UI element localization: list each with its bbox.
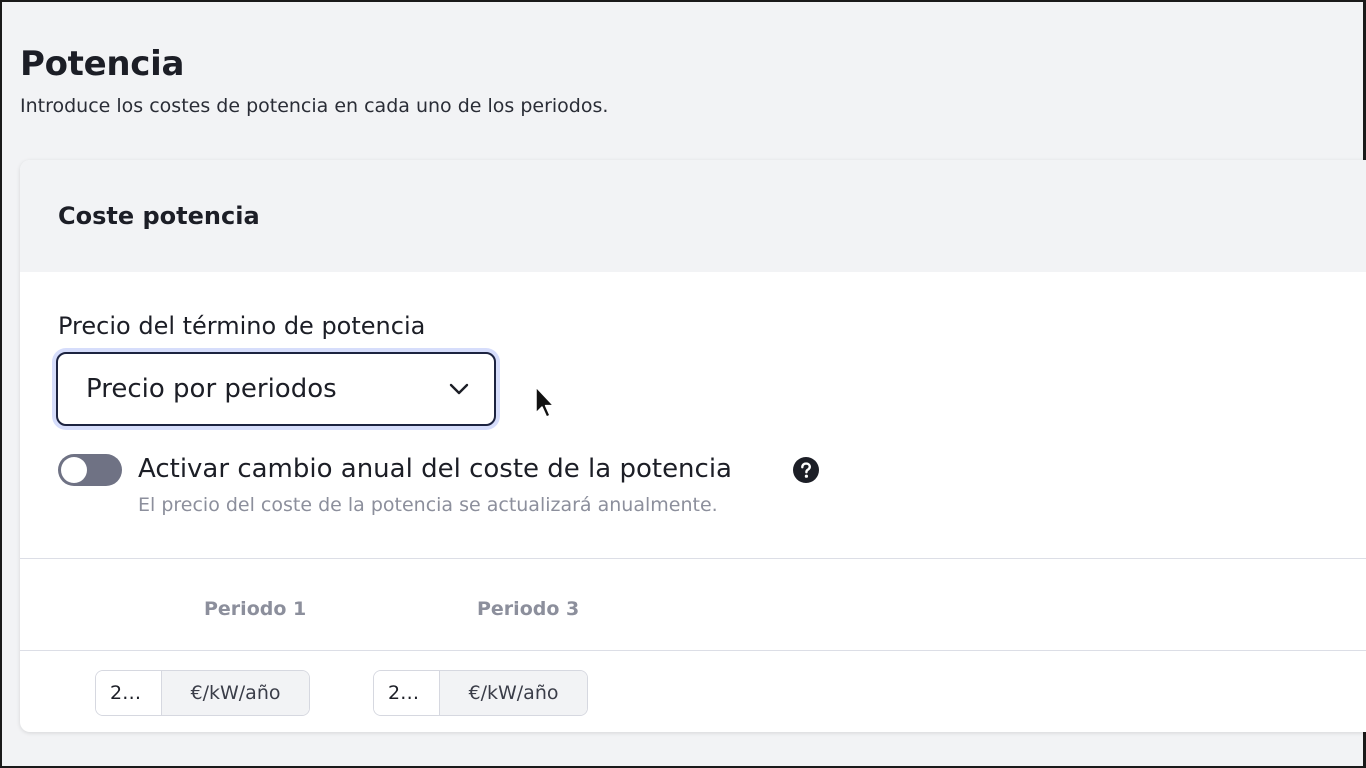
period-3-price-input[interactable] bbox=[374, 671, 440, 715]
page-title: Potencia bbox=[20, 44, 185, 84]
annual-change-hint: El precio del coste de la potencia se ac… bbox=[138, 494, 718, 516]
price-field-label: Precio del término de potencia bbox=[58, 312, 426, 340]
period-3-unit: €/kW/año bbox=[440, 671, 587, 715]
divider bbox=[20, 558, 1366, 559]
annual-change-toggle[interactable] bbox=[58, 454, 122, 486]
price-type-select[interactable]: Precio por periodos bbox=[56, 352, 496, 426]
card-header: Coste potencia bbox=[20, 160, 1366, 272]
annual-change-label: Activar cambio anual del coste de la pot… bbox=[138, 454, 732, 484]
divider bbox=[20, 650, 1366, 651]
mouse-cursor-icon bbox=[535, 386, 555, 418]
period-1-input-group: €/kW/año bbox=[95, 670, 310, 716]
period-header-3: Periodo 3 bbox=[477, 598, 580, 620]
period-3-input-group: €/kW/año bbox=[373, 670, 588, 716]
period-1-price-input[interactable] bbox=[96, 671, 162, 715]
page-subtitle: Introduce los costes de potencia en cada… bbox=[20, 95, 609, 117]
power-cost-card: Coste potencia Precio del término de pot… bbox=[20, 160, 1366, 732]
select-value: Precio por periodos bbox=[86, 374, 337, 404]
period-1-unit: €/kW/año bbox=[162, 671, 309, 715]
toggle-knob bbox=[61, 457, 87, 483]
question-circle-icon[interactable] bbox=[792, 456, 820, 484]
card-title: Coste potencia bbox=[58, 202, 260, 230]
period-header-1: Periodo 1 bbox=[204, 598, 307, 620]
chevron-down-icon bbox=[449, 383, 469, 395]
